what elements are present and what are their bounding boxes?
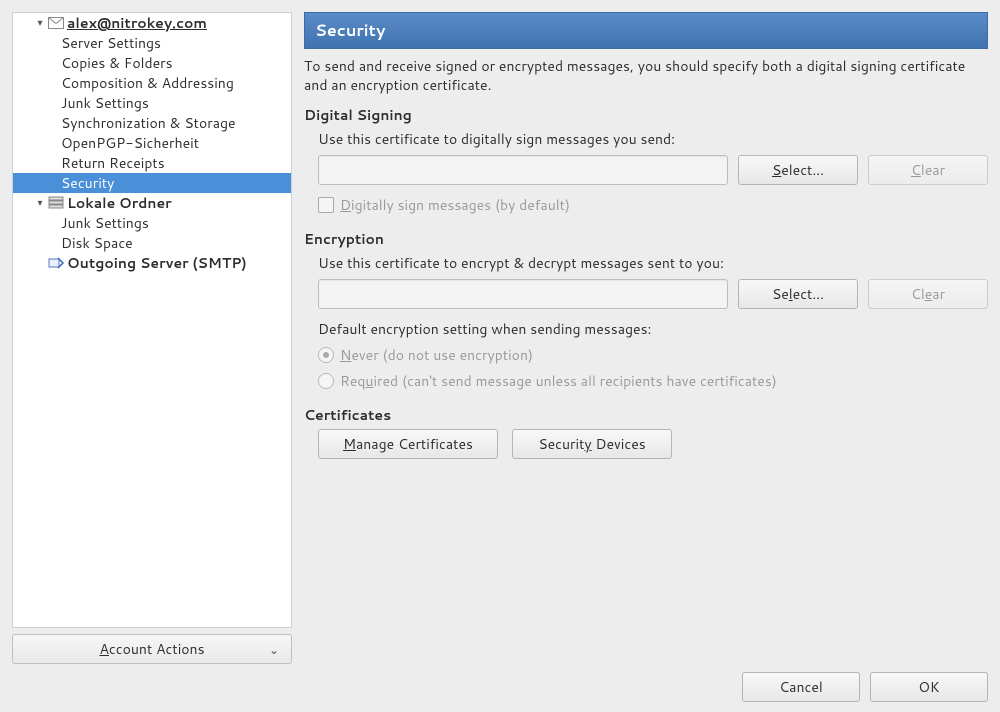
panel-title: Security — [304, 12, 988, 49]
outgoing-server-icon — [47, 255, 65, 271]
account-tree[interactable]: ▾ alex@nitrokey.com Server Settings Copi… — [12, 12, 292, 628]
encryption-cert-input[interactable] — [318, 279, 728, 309]
account-label: alex@nitrokey.com — [67, 13, 207, 33]
signing-desc: Use this certificate to digitally sign m… — [318, 129, 988, 149]
checkbox-icon — [318, 197, 334, 213]
signing-cert-input[interactable] — [318, 155, 728, 185]
local-folders-label: Lokale Ordner — [67, 193, 172, 213]
encryption-heading: Encryption — [304, 229, 988, 249]
sign-by-default-checkbox: Digitally sign messages (by default) — [318, 195, 988, 215]
account-actions-button[interactable]: Account Actions ⌄ — [12, 634, 292, 664]
radio-required-label: Required (can't send message unless all … — [340, 371, 777, 391]
cancel-button[interactable]: Cancel — [742, 672, 860, 702]
default-encryption-heading: Default encryption setting when sending … — [318, 319, 988, 339]
ok-button[interactable]: OK — [870, 672, 988, 702]
tree-item-copies-folders[interactable]: Copies & Folders — [13, 53, 291, 73]
tree-item-local-junk[interactable]: Junk Settings — [13, 213, 291, 233]
signing-clear-button: Clear — [868, 155, 988, 185]
account-settings-window: ▾ alex@nitrokey.com Server Settings Copi… — [0, 0, 1000, 712]
intro-text: To send and receive signed or encrypted … — [304, 57, 988, 95]
signing-select-button[interactable]: Select... — [738, 155, 858, 185]
tree-item-junk-settings[interactable]: Junk Settings — [13, 93, 291, 113]
certs-heading: Certificates — [304, 405, 988, 425]
outgoing-label: Outgoing Server (SMTP) — [67, 253, 247, 273]
security-devices-button[interactable]: Security Devices — [512, 429, 672, 459]
local-folders-icon — [47, 195, 65, 211]
expander-icon[interactable]: ▾ — [33, 16, 47, 30]
radio-required: Required (can't send message unless all … — [318, 371, 988, 391]
radio-icon — [318, 373, 334, 389]
expander-icon[interactable]: ▾ — [33, 196, 47, 210]
encryption-clear-button: Clear — [868, 279, 988, 309]
settings-panel: Security To send and receive signed or e… — [304, 12, 988, 664]
chevron-down-icon: ⌄ — [269, 641, 279, 658]
radio-icon — [318, 347, 334, 363]
sign-by-default-label: Digitally sign messages (by default) — [340, 195, 570, 215]
dialog-buttons: Cancel OK — [742, 672, 988, 702]
sidebar: ▾ alex@nitrokey.com Server Settings Copi… — [12, 12, 292, 664]
top-area: ▾ alex@nitrokey.com Server Settings Copi… — [12, 12, 988, 664]
mail-account-icon — [47, 15, 65, 31]
encryption-select-button[interactable]: Select... — [738, 279, 858, 309]
tree-item-disk-space[interactable]: Disk Space — [13, 233, 291, 253]
encryption-desc: Use this certificate to encrypt & decryp… — [318, 253, 988, 273]
account-actions-label: Account Actions — [99, 639, 204, 659]
signing-heading: Digital Signing — [304, 105, 988, 125]
tree-item-openpgp[interactable]: OpenPGP-Sicherheit — [13, 133, 291, 153]
radio-never: Never (do not use encryption) — [318, 345, 988, 365]
tree-item-security[interactable]: Security — [13, 173, 291, 193]
manage-certificates-button[interactable]: Manage Certificates — [318, 429, 498, 459]
tree-item-server-settings[interactable]: Server Settings — [13, 33, 291, 53]
tree-item-composition-addressing[interactable]: Composition & Addressing — [13, 73, 291, 93]
panel-body: To send and receive signed or encrypted … — [304, 49, 988, 469]
radio-never-label: Never (do not use encryption) — [340, 345, 533, 365]
tree-local-folders[interactable]: ▾ Lokale Ordner — [13, 193, 291, 213]
tree-item-return-receipts[interactable]: Return Receipts — [13, 153, 291, 173]
tree-account-email[interactable]: ▾ alex@nitrokey.com — [13, 13, 291, 33]
tree-item-sync-storage[interactable]: Synchronization & Storage — [13, 113, 291, 133]
tree-outgoing-smtp[interactable]: ▾ Outgoing Server (SMTP) — [13, 253, 291, 273]
